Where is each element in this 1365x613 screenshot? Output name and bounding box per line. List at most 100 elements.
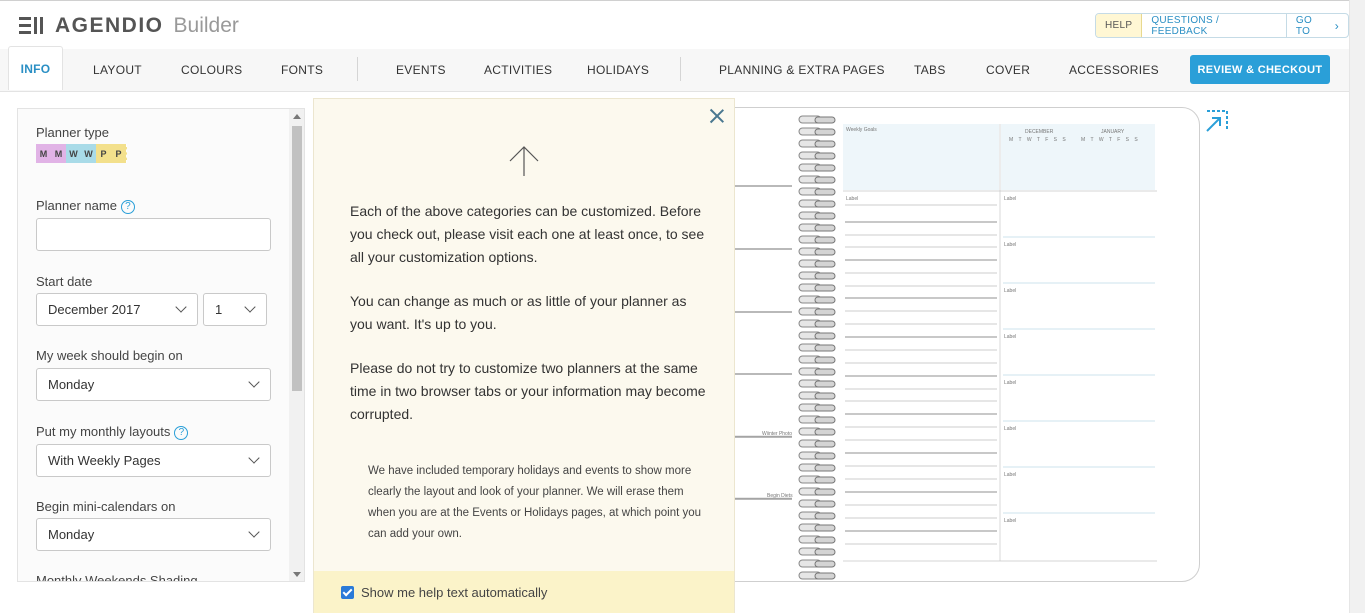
form-scrollbar[interactable] bbox=[289, 109, 304, 581]
spiral-ring bbox=[798, 331, 836, 340]
spiral-binding bbox=[798, 115, 836, 580]
feedback-button[interactable]: QUESTIONS / FEEDBACK bbox=[1142, 14, 1286, 37]
show-help-label[interactable]: Show me help text automatically bbox=[361, 585, 547, 600]
chevron-down-icon bbox=[244, 301, 256, 313]
start-day-value: 1 bbox=[215, 302, 223, 317]
logo[interactable]: AGENDIO Builder bbox=[19, 13, 239, 39]
nav-divider bbox=[357, 57, 358, 81]
mini-cal-label: Begin mini-calendars on bbox=[36, 499, 176, 514]
spiral-ring bbox=[798, 283, 836, 292]
tab-layout[interactable]: LAYOUT bbox=[93, 49, 142, 91]
spiral-ring bbox=[798, 463, 836, 472]
slot-label: Label bbox=[1004, 380, 1017, 386]
scroll-up-arrow-icon[interactable] bbox=[293, 114, 301, 119]
planner-type-chip[interactable]: P bbox=[111, 144, 127, 163]
mini-cal-value: Monday bbox=[48, 527, 95, 542]
tab-planning-extra-pages[interactable]: PLANNING & EXTRA PAGES bbox=[719, 49, 885, 91]
goto-button[interactable]: GO TO › bbox=[1285, 14, 1348, 37]
help-circle-icon[interactable]: ? bbox=[174, 426, 189, 440]
margin-note: Wiinter Photo bbox=[762, 431, 793, 437]
spiral-ring bbox=[798, 535, 836, 544]
help-footer: Show me help text automatically bbox=[314, 571, 734, 613]
margin-note: Begin Diets bbox=[767, 493, 793, 499]
mini-calendars: DECEMBER JANUARY M T W T F S S M T W T F… bbox=[1001, 124, 1155, 190]
start-month-select[interactable]: December 2017 bbox=[36, 293, 198, 326]
close-icon[interactable] bbox=[708, 107, 726, 125]
monthly-layout-select[interactable]: With Weekly Pages bbox=[36, 444, 271, 477]
slot-label: Label bbox=[1004, 518, 1017, 524]
spiral-ring bbox=[798, 391, 836, 400]
mini-cal-weekdays-left: M T W T F S S bbox=[1009, 137, 1068, 143]
slot-label: Label bbox=[1004, 334, 1017, 340]
spiral-ring bbox=[798, 295, 836, 304]
weekly-goals-label: Weekly Goals bbox=[846, 127, 877, 133]
expand-preview-icon[interactable] bbox=[1204, 110, 1228, 134]
slot-label: Label bbox=[1004, 242, 1017, 248]
chevron-down-icon bbox=[248, 376, 260, 388]
planner-name-input[interactable] bbox=[36, 218, 271, 251]
help-circle-icon[interactable]: ? bbox=[120, 200, 135, 214]
tab-events[interactable]: EVENTS bbox=[396, 49, 446, 91]
spiral-ring bbox=[798, 439, 836, 448]
spiral-ring bbox=[798, 355, 836, 364]
spiral-ring bbox=[798, 427, 836, 436]
spiral-ring bbox=[798, 175, 836, 184]
help-note: We have included temporary holidays and … bbox=[368, 465, 702, 540]
planner-type-chip[interactable]: M bbox=[36, 144, 52, 163]
chevron-down-icon bbox=[175, 301, 187, 313]
spiral-ring bbox=[798, 499, 836, 508]
tab-colours[interactable]: COLOURS bbox=[181, 49, 242, 91]
tab-accessories[interactable]: ACCESSORIES bbox=[1069, 49, 1159, 91]
week-begin-label: My week should begin on bbox=[36, 348, 183, 363]
menu-icon bbox=[19, 17, 45, 35]
review-checkout-button[interactable]: REVIEW & CHECKOUT bbox=[1190, 55, 1330, 84]
show-help-checkbox[interactable] bbox=[341, 586, 354, 599]
planner-type-chips[interactable]: MMWWPP bbox=[36, 144, 127, 163]
app-root: AGENDIO Builder HELP QUESTIONS / FEEDBAC… bbox=[0, 0, 1365, 613]
spiral-ring bbox=[798, 223, 836, 232]
tab-activities[interactable]: ACTIVITIES bbox=[484, 49, 552, 91]
spiral-ring bbox=[798, 259, 836, 268]
mini-cal-select[interactable]: Monday bbox=[36, 518, 271, 551]
planner-type-chip[interactable]: W bbox=[81, 144, 97, 163]
mini-cal-month-left: DECEMBER bbox=[1025, 129, 1054, 135]
top-header: AGENDIO Builder HELP QUESTIONS / FEEDBAC… bbox=[0, 0, 1349, 50]
spiral-ring bbox=[798, 451, 836, 460]
start-day-select[interactable]: 1 bbox=[203, 293, 267, 326]
spiral-ring bbox=[798, 571, 836, 580]
planner-type-chip[interactable]: P bbox=[96, 144, 112, 163]
tab-info[interactable]: INFO bbox=[8, 46, 63, 90]
scroll-down-arrow-icon[interactable] bbox=[293, 572, 301, 577]
chevron-right-icon: › bbox=[1334, 18, 1339, 33]
help-button-group: HELP QUESTIONS / FEEDBACK GO TO › bbox=[1095, 13, 1349, 38]
logo-product: Builder bbox=[173, 14, 239, 37]
spiral-ring bbox=[798, 151, 836, 160]
spiral-ring bbox=[798, 403, 836, 412]
start-month-value: December 2017 bbox=[48, 302, 141, 317]
slot-label: Label bbox=[1004, 426, 1017, 432]
help-button[interactable]: HELP bbox=[1096, 14, 1143, 37]
spiral-ring bbox=[798, 247, 836, 256]
planner-type-chip[interactable]: W bbox=[66, 144, 82, 163]
tab-tabs[interactable]: TABS bbox=[914, 49, 946, 91]
spiral-ring bbox=[798, 319, 836, 328]
tab-holidays[interactable]: HOLIDAYS bbox=[587, 49, 649, 91]
spiral-ring bbox=[798, 487, 836, 496]
weekly-goals-box: Weekly Goals bbox=[843, 124, 999, 190]
planner-name-label-text: Planner name bbox=[36, 198, 117, 213]
monthly-layout-value: With Weekly Pages bbox=[48, 453, 161, 468]
info-form-panel: Planner type MMWWPP Planner name? Start … bbox=[17, 108, 305, 582]
spiral-ring bbox=[798, 547, 836, 556]
spiral-ring bbox=[798, 271, 836, 280]
week-begin-select[interactable]: Monday bbox=[36, 368, 271, 401]
tab-cover[interactable]: COVER bbox=[986, 49, 1030, 91]
slot-label: Label bbox=[1004, 288, 1017, 294]
week-begin-value: Monday bbox=[48, 377, 95, 392]
chevron-down-icon bbox=[248, 452, 260, 464]
spiral-ring bbox=[798, 127, 836, 136]
tab-fonts[interactable]: FONTS bbox=[281, 49, 323, 91]
scroll-thumb[interactable] bbox=[292, 126, 302, 391]
window-scrollbar[interactable] bbox=[1349, 0, 1365, 613]
planner-type-chip[interactable]: M bbox=[51, 144, 67, 163]
slot-label: Label bbox=[846, 196, 859, 202]
